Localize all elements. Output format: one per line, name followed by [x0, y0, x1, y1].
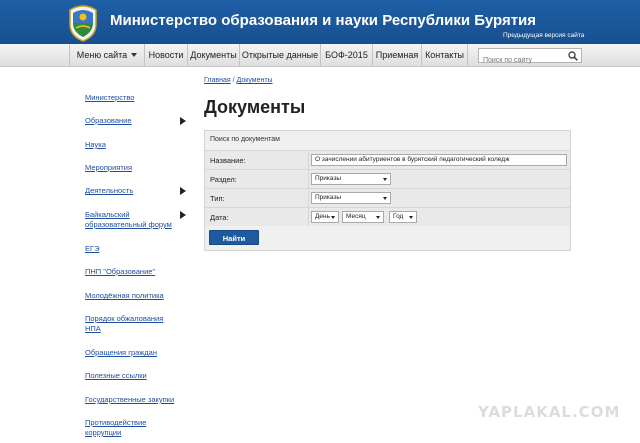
sidebar-item-npa-appeal[interactable]: Порядок обжалования НПА	[85, 314, 169, 334]
site-menu-label: Меню сайта	[76, 50, 128, 60]
site-menu-button[interactable]: Меню сайта	[69, 44, 145, 66]
site-header: Министерство образования и науки Республ…	[0, 0, 640, 44]
chevron-down-icon	[131, 53, 138, 57]
row-divider	[308, 189, 309, 207]
type-select-value: Приказы	[315, 194, 342, 201]
day-select[interactable]: День	[311, 211, 339, 223]
form-caption: Поиск по документам	[210, 136, 280, 143]
sidebar-item-citizen-appeals[interactable]: Обращения граждан	[85, 348, 180, 358]
submenu-arrow-icon[interactable]	[180, 117, 186, 125]
submenu-arrow-icon[interactable]	[180, 211, 186, 219]
sidebar-item-useful-links[interactable]: Полезные ссылки	[85, 371, 180, 381]
sidebar-item-procurement[interactable]: Государственные закупки	[85, 395, 180, 405]
top-nav: Меню сайта Новости Документы Открытые да…	[0, 44, 640, 67]
dropdown-arrow-icon	[383, 196, 387, 200]
watermark: YAPLAKAL.COM	[478, 403, 621, 421]
form-row-section: Раздел: Приказы	[205, 169, 570, 188]
sidebar-item-ege[interactable]: ЕГЭ	[85, 244, 180, 254]
nav-item-bof-2015[interactable]: БОФ-2015	[321, 44, 373, 66]
sidebar-item-anti-corruption[interactable]: Противодействие коррупции	[85, 418, 155, 438]
month-select-value: Месяц	[346, 213, 366, 220]
sidebar-item-activity[interactable]: Деятельность	[85, 186, 180, 196]
dropdown-arrow-icon	[376, 215, 380, 219]
dropdown-arrow-icon	[331, 215, 335, 219]
search-input[interactable]	[479, 54, 565, 67]
name-field[interactable]: О зачислении абитуриентов в бурятский пе…	[311, 154, 567, 166]
year-select[interactable]: Год	[389, 211, 417, 223]
previous-version-link[interactable]: Предыдущая версия сайта	[503, 32, 584, 39]
type-select[interactable]: Приказы	[311, 192, 391, 204]
row-divider	[308, 151, 309, 169]
find-button[interactable]: Найти	[209, 230, 259, 245]
type-label: Тип:	[210, 194, 225, 203]
nav-item-documents[interactable]: Документы	[188, 44, 240, 66]
day-select-value: День	[315, 213, 330, 220]
breadcrumb: Главная / Документы	[204, 77, 273, 84]
year-select-value: Год	[393, 213, 404, 220]
breadcrumb-current-link[interactable]: Документы	[237, 77, 273, 84]
document-search-form: Поиск по документам Название: О зачислен…	[204, 130, 571, 251]
submenu-arrow-icon[interactable]	[180, 187, 186, 195]
sidebar-item-ministry[interactable]: Министерство	[85, 93, 180, 103]
search-icon[interactable]	[568, 51, 578, 61]
sidebar-item-pnp-education[interactable]: ПНП "Образование"	[85, 267, 180, 277]
form-row-name: Название: О зачислении абитуриентов в бу…	[205, 150, 570, 169]
month-select[interactable]: Месяц	[342, 211, 384, 223]
sidebar-item-events[interactable]: Мероприятия	[85, 163, 180, 173]
sidebar-item-science[interactable]: Наука	[85, 140, 180, 150]
nav-item-open-data[interactable]: Открытые данные	[240, 44, 321, 66]
page-title: Документы	[204, 97, 306, 117]
date-label: Дата:	[210, 213, 229, 222]
row-divider	[308, 170, 309, 188]
section-select-value: Приказы	[315, 175, 342, 182]
name-label: Название:	[210, 156, 246, 165]
section-label: Раздел:	[210, 175, 237, 184]
sidebar-item-baikal-forum[interactable]: Байкальский образовательный форум	[85, 210, 177, 230]
nav-item-news[interactable]: Новости	[145, 44, 188, 66]
row-divider	[308, 208, 309, 226]
section-select[interactable]: Приказы	[311, 173, 391, 185]
site-title[interactable]: Министерство образования и науки Республ…	[110, 12, 536, 29]
nav-item-contacts[interactable]: Контакты	[422, 44, 468, 66]
dropdown-arrow-icon	[409, 215, 413, 219]
nav-item-reception[interactable]: Приемная	[373, 44, 422, 66]
dropdown-arrow-icon	[383, 177, 387, 181]
form-row-type: Тип: Приказы	[205, 188, 570, 207]
republic-emblem-icon[interactable]	[66, 2, 100, 42]
breadcrumb-home-link[interactable]: Главная	[204, 77, 231, 84]
sidebar-item-education[interactable]: Образование	[85, 116, 180, 126]
site-search	[478, 48, 582, 67]
form-row-date: Дата: День Месяц Год	[205, 207, 570, 226]
sidebar-item-youth-policy[interactable]: Молодёжная политика	[85, 291, 180, 301]
